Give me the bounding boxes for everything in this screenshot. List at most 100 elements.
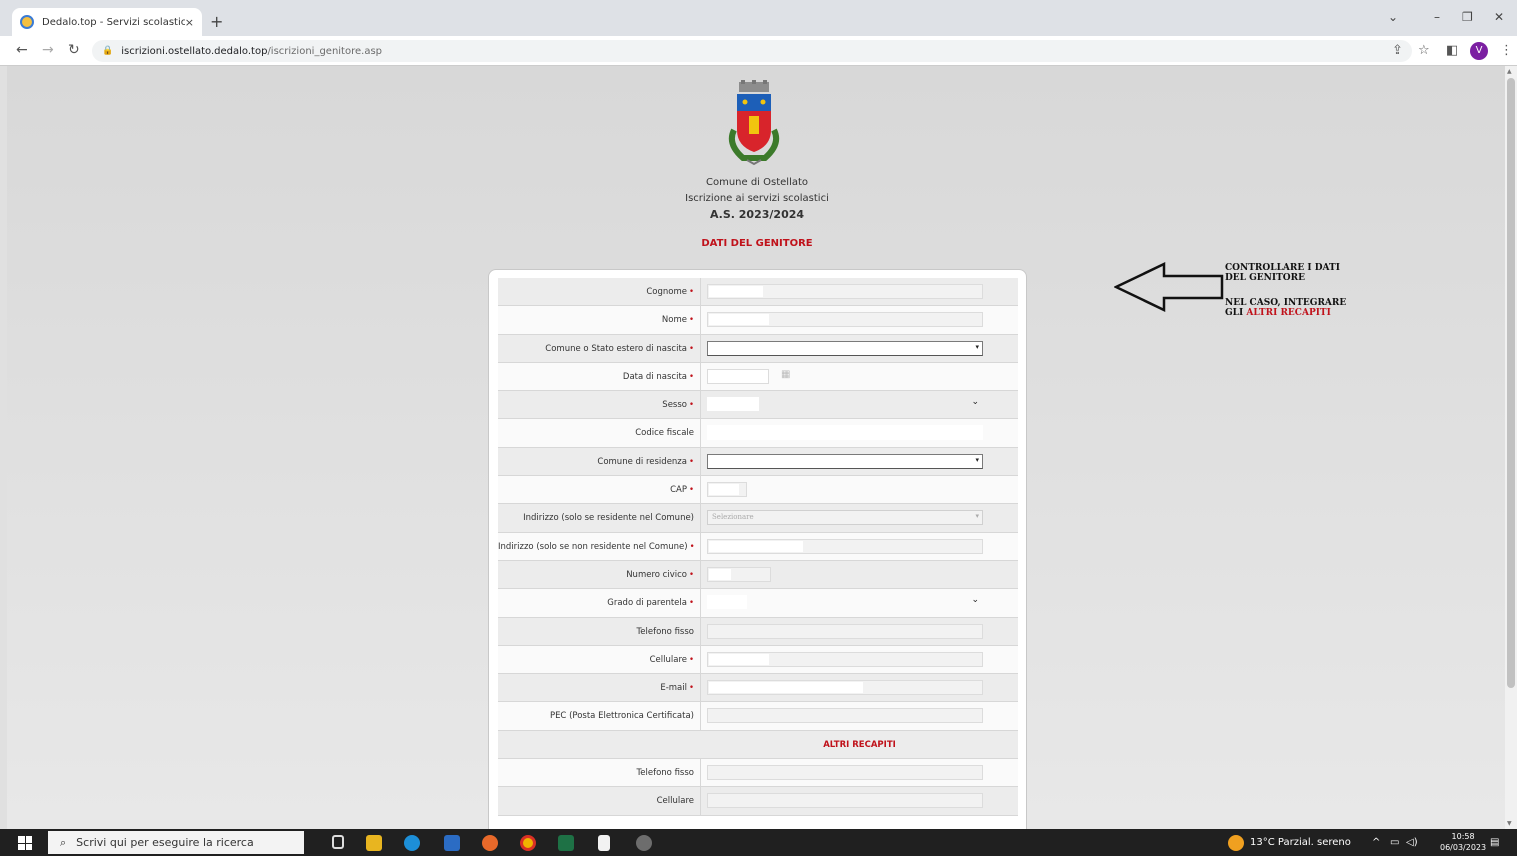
required-marker: • [688,287,694,297]
field-label: Data di nascita [622,371,687,382]
back-icon[interactable]: ← [16,42,28,58]
page-scrollbar[interactable]: ▲ ▼ [1505,66,1517,829]
field-label: Numero civico [626,569,687,580]
indirizzo-non-residente-input[interactable] [707,538,983,554]
field-label: Telefono fisso [636,768,694,779]
form-row-codice-fiscale: Codice fiscale [498,419,1018,448]
required-marker: • [688,456,694,467]
field-label: Comune di residenza [597,456,687,467]
tab-search-chevron-icon[interactable]: ⌄ [1388,10,1398,24]
excel-icon[interactable] [558,835,574,851]
cognome-input[interactable] [707,284,983,299]
network-icon[interactable]: ▭ [1390,837,1399,848]
required-marker: • [688,598,694,609]
bookmark-star-icon[interactable]: ☆ [1418,43,1430,58]
url-bar[interactable]: 🔒 iscrizioni.ostellato.dedalo.top/iscriz… [92,40,1412,62]
codice-fiscale-input[interactable] [707,425,983,441]
altri-telefono-fisso-input[interactable] [707,765,983,781]
restore-icon[interactable]: ❐ [1462,10,1473,24]
task-view-icon[interactable] [332,835,344,849]
address-toolbar: ← → ↻ 🔒 iscrizioni.ostellato.dedalo.top /… [0,36,1517,66]
required-marker: • [688,343,694,354]
note-line-2: DEL GENITORE [1225,272,1305,283]
email-input[interactable] [707,680,983,696]
paint-icon[interactable] [636,835,652,851]
select-value: Selezionare [712,513,754,522]
indirizzo-residente-select[interactable]: Selezionare ▾ [707,510,983,526]
weather-text[interactable]: 13°C Parzial. sereno [1250,837,1351,848]
notepad-icon[interactable] [598,835,610,851]
numero-civico-input[interactable] [707,566,771,582]
field-label: Sesso [662,400,687,411]
form-row-numero-civico: Numero civico • [498,560,1018,590]
new-tab-icon[interactable]: + [210,12,223,31]
sesso-select[interactable]: ⌄ [707,397,983,412]
telefono-fisso-input[interactable] [707,623,983,639]
form-row-pec: PEC (Posta Elettronica Certificata) [498,702,1018,731]
field-label: Comune o Stato estero di nascita [545,343,687,354]
browser-tab[interactable]: Dedalo.top - Servizi scolastici × [12,8,202,36]
form-row-telefono-fisso: Telefono fisso [498,617,1018,646]
firefox-icon[interactable] [482,835,498,851]
form-row-altri-recapiti-heading: ALTRI RECAPITI [498,730,1018,760]
form-row-data-nascita: Data di nascita • ▦ [498,362,1018,392]
volume-icon[interactable]: ◁) [1406,837,1418,848]
chrome-icon[interactable] [520,835,536,851]
scroll-up-icon[interactable]: ▲ [1507,68,1512,75]
data-nascita-input[interactable] [707,368,769,384]
side-panel-icon[interactable]: ◧ [1446,43,1458,58]
notifications-icon[interactable]: ▤ [1490,837,1499,848]
minimize-icon[interactable]: – [1434,10,1440,24]
comune-nascita-select[interactable]: ▾ [707,340,983,356]
altri-cellulare-input[interactable] [707,793,983,809]
reload-icon[interactable]: ↻ [68,42,80,58]
windows-taskbar: ⌕ Scrivi qui per eseguire la ricerca 13°… [0,829,1517,856]
page-header: Comune di Ostellato Iscrizione ai serviz… [557,175,957,223]
taskbar-search[interactable]: ⌕ Scrivi qui per eseguire la ricerca [48,831,304,854]
field-label: Cellulare [649,654,687,665]
weather-icon[interactable] [1228,835,1244,851]
calendar-icon[interactable]: ▦ [781,369,790,380]
taskbar-clock[interactable]: 10:58 06/03/2023 [1440,831,1486,853]
tray-chevron-icon[interactable]: ^ [1372,837,1380,848]
nome-input[interactable] [707,312,983,328]
dropdown-arrow-icon: ▾ [975,512,979,521]
altri-recapiti-heading: ALTRI RECAPITI [823,739,896,750]
required-marker: • [688,485,694,496]
required-marker: • [688,654,694,665]
scroll-thumb[interactable] [1507,78,1515,688]
cellulare-input[interactable] [707,651,983,667]
edge-icon[interactable] [404,835,420,851]
menu-dots-icon[interactable]: ⋮ [1500,43,1513,58]
parent-form-panel: Cognome • Nome • Comune o Stato estero di … [488,269,1027,829]
grado-parentela-select[interactable]: ⌄ [707,595,983,610]
field-label: Indirizzo (solo se non residente nel Com… [498,541,688,552]
field-label: Grado di parentela [607,598,687,609]
windows-start-icon[interactable] [18,836,32,850]
form-row-grado-parentela: Grado di parentela • ⌄ [498,589,1018,618]
url-path: /iscrizioni_genitore.asp [267,45,383,57]
chevron-down-icon: ⌄ [971,397,979,408]
pec-input[interactable] [707,708,983,724]
site-favicon-icon [20,15,34,29]
mail-icon[interactable] [444,835,460,851]
service-title: Iscrizione ai servizi scolastici [685,193,829,204]
cap-input[interactable] [707,482,747,498]
annotation-note: CONTROLLARE I DATI DEL GENITORE NEL CASO… [1225,263,1346,318]
chevron-down-icon: ⌄ [971,595,979,606]
scroll-down-icon[interactable]: ▼ [1507,820,1512,827]
form-row-altri-telefono-fisso: Telefono fisso [498,759,1018,788]
parent-form: Cognome • Nome • Comune o Stato estero di … [498,278,1018,816]
file-explorer-icon[interactable] [366,835,382,851]
comune-residenza-select[interactable]: ▾ [707,453,983,469]
field-label: Nome [661,315,687,326]
profile-avatar[interactable]: V [1470,42,1488,60]
search-icon: ⌕ [60,835,67,849]
share-icon[interactable]: ⇪ [1392,43,1403,58]
section-title: DATI DEL GENITORE [701,238,813,249]
close-window-icon[interactable]: ✕ [1494,10,1504,24]
tab-close-icon[interactable]: × [185,16,194,29]
field-label: Telefono fisso [636,626,694,637]
clock-time: 10:58 [1451,832,1475,841]
forward-icon[interactable]: → [42,42,54,58]
